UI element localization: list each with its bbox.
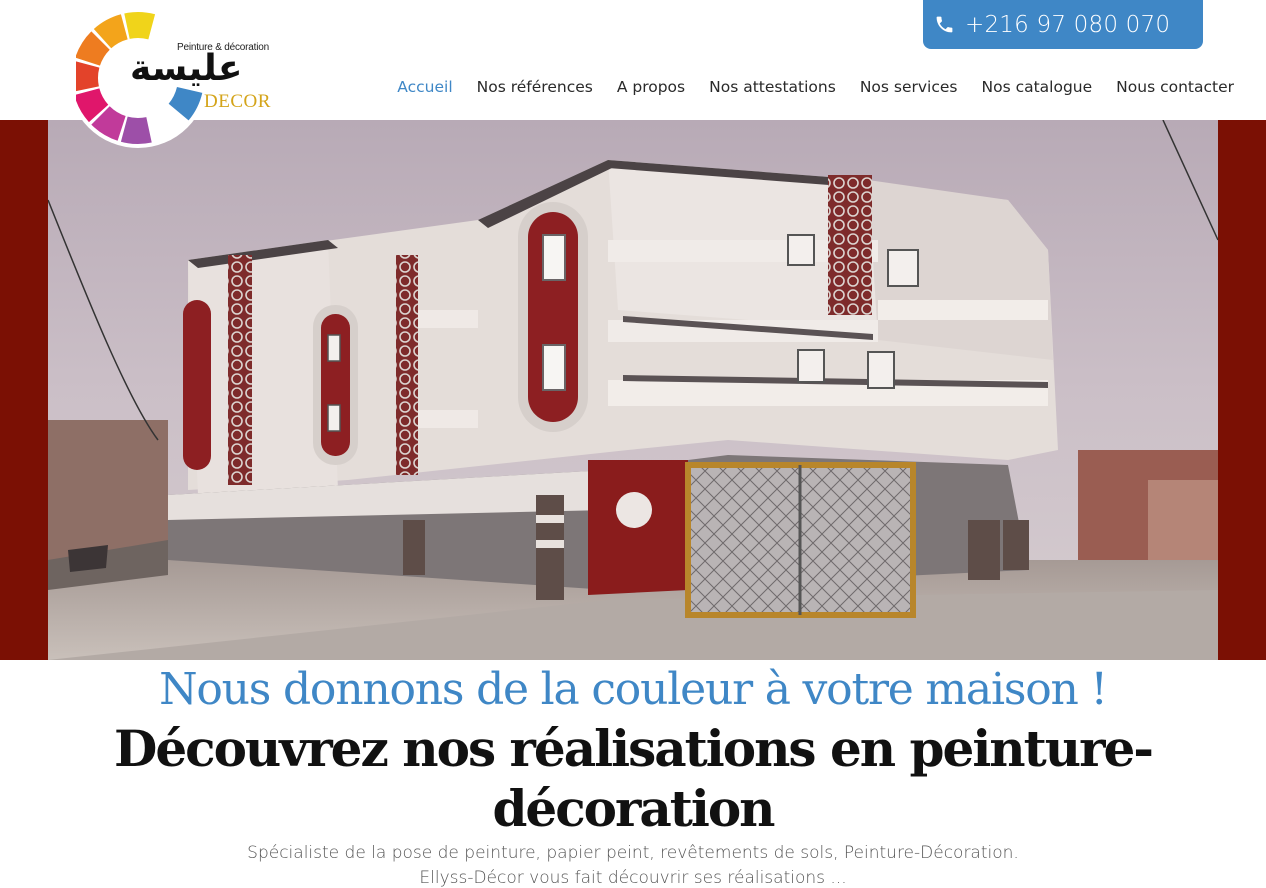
nav-item-contact[interactable]: Nous contacter xyxy=(1116,78,1234,96)
description-line-2: Ellyss-Décor vous fait découvrir ses réa… xyxy=(419,868,847,888)
nav-item-references[interactable]: Nos références xyxy=(477,78,593,96)
logo[interactable]: Peinture & décoration عليسة DECOR xyxy=(76,6,276,148)
building-facade-photo xyxy=(48,120,1218,660)
logo-arabic-name: عليسة xyxy=(130,48,243,89)
intro-description: Spécialiste de la pose de peinture, papi… xyxy=(0,841,1266,888)
nav-item-apropos[interactable]: A propos xyxy=(617,78,685,96)
tagline-heading: Nous donnons de la couleur à votre maiso… xyxy=(159,664,1108,715)
nav-item-catalogue[interactable]: Nos catalogue xyxy=(982,78,1093,96)
phone-button[interactable]: +216 97 080 070 xyxy=(923,0,1203,49)
hero-banner xyxy=(0,120,1266,660)
hero-text-block: Nous donnons de la couleur à votre maiso… xyxy=(0,660,1266,888)
phone-number: +216 97 080 070 xyxy=(965,11,1171,38)
page-title: Découvrez nos réalisations en peinture-d… xyxy=(113,719,1154,838)
nav-item-attestations[interactable]: Nos attestations xyxy=(709,78,836,96)
phone-icon xyxy=(934,14,956,36)
nav-item-services[interactable]: Nos services xyxy=(860,78,958,96)
main-nav: Accueil Nos références A propos Nos atte… xyxy=(397,78,1234,96)
nav-item-accueil[interactable]: Accueil xyxy=(397,78,452,96)
description-line-1: Spécialiste de la pose de peinture, papi… xyxy=(247,843,1019,863)
logo-decor-text: DECOR xyxy=(204,91,271,112)
site-header: Peinture & décoration عليسة DECOR +216 9… xyxy=(0,0,1266,148)
